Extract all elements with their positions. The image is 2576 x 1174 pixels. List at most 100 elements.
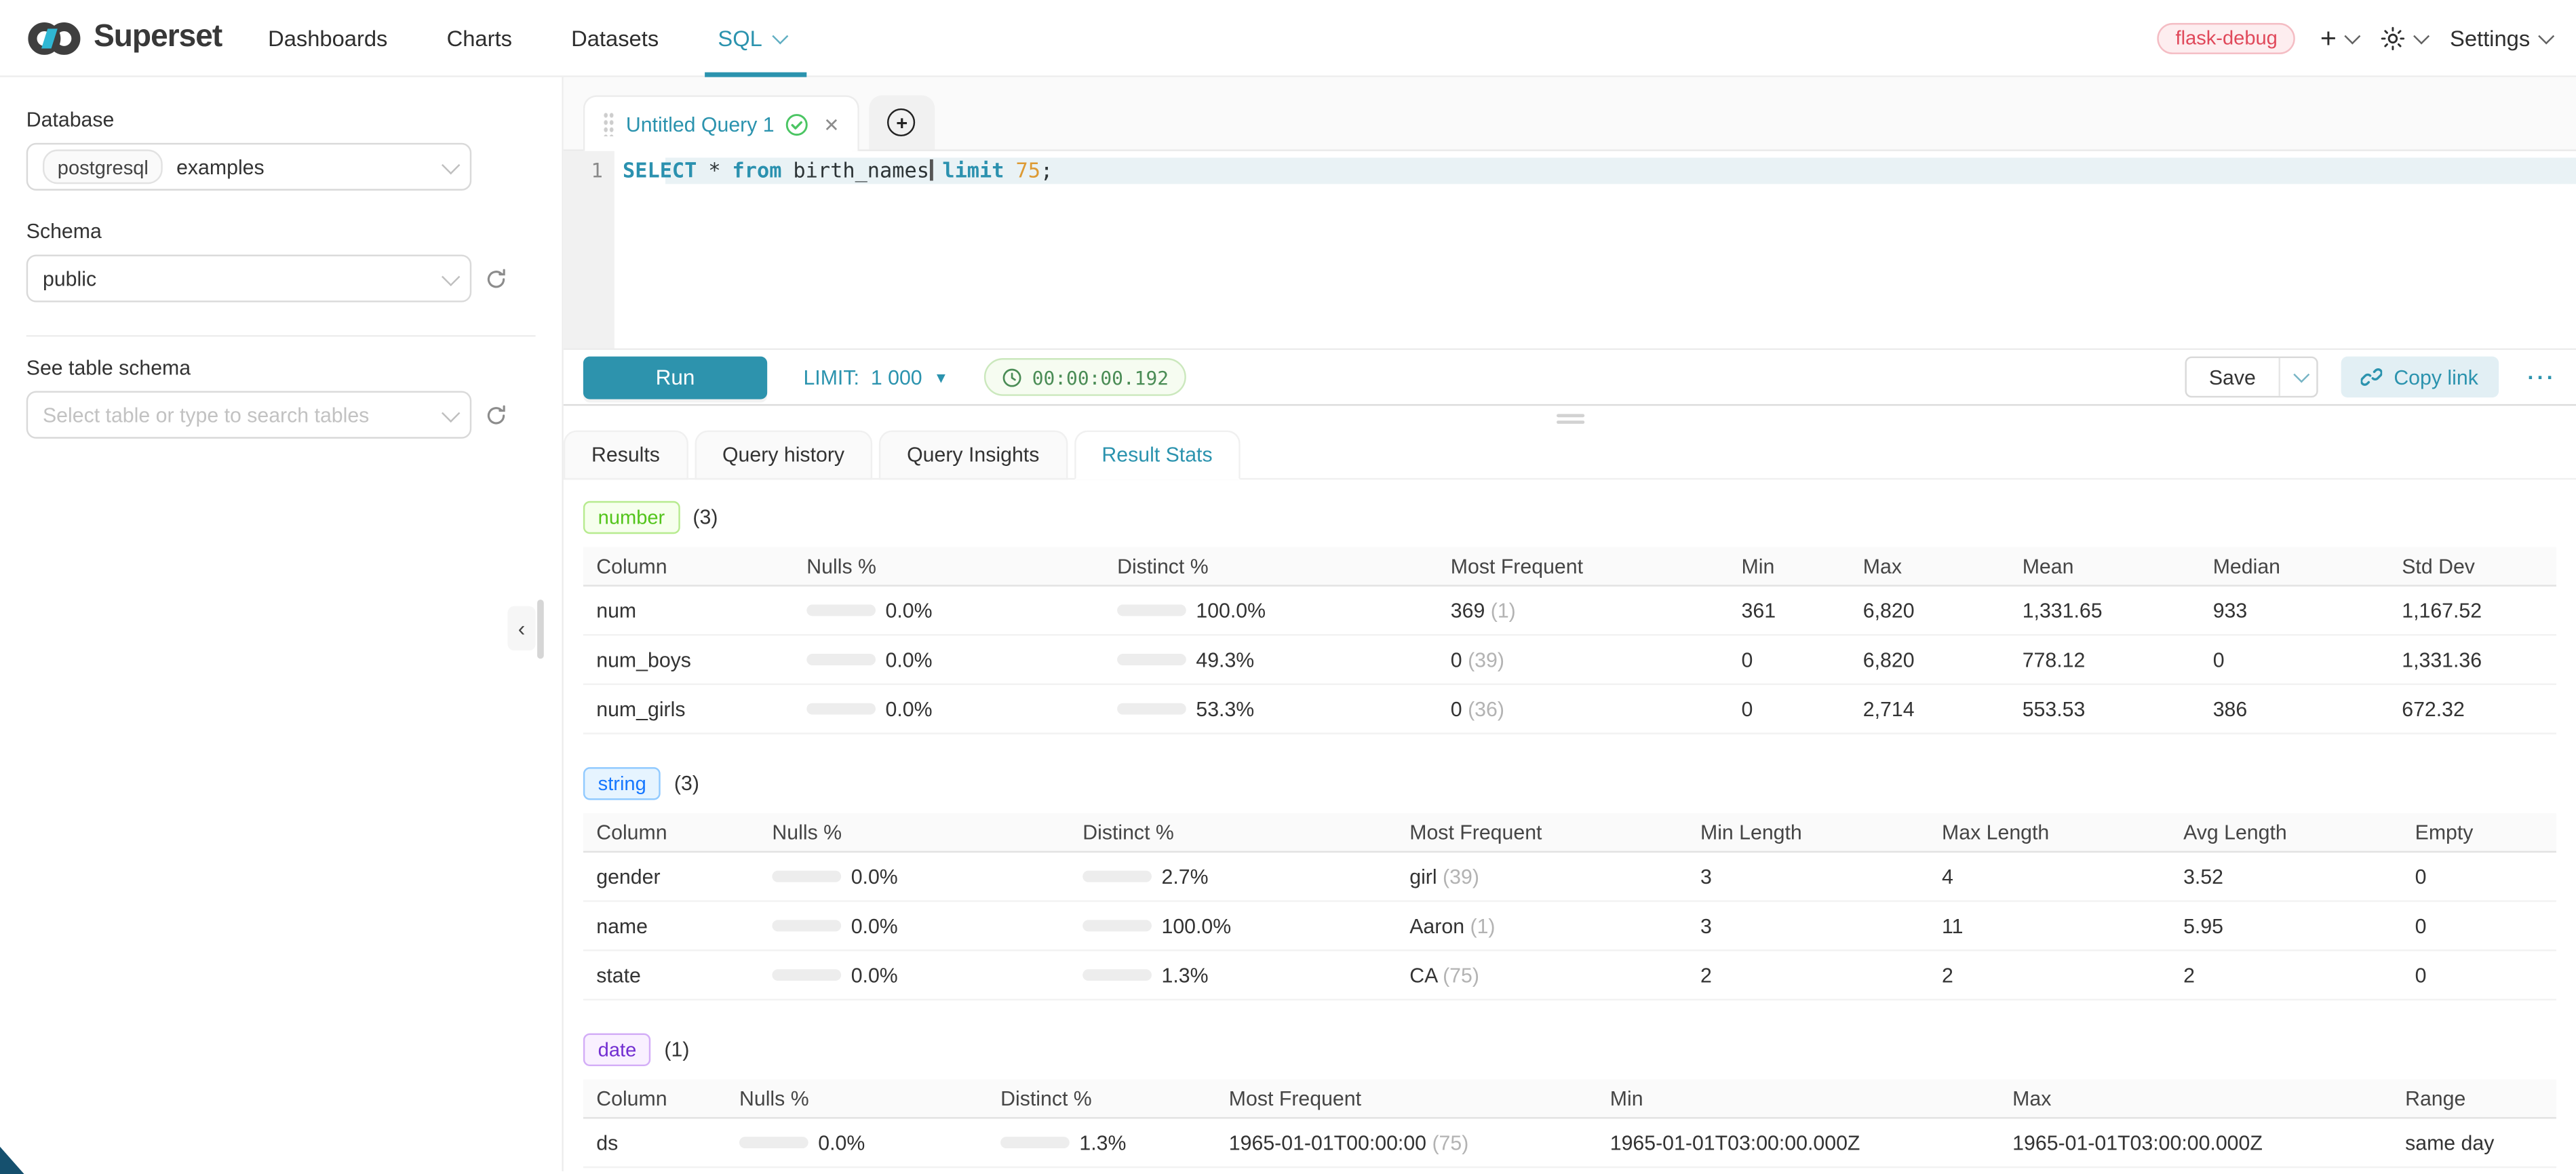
table-select[interactable]: Select table or type to search tables: [26, 391, 471, 438]
superset-logo[interactable]: Superset: [26, 19, 222, 57]
tab-query-insights[interactable]: Query Insights: [879, 431, 1068, 480]
schema-label: Schema: [26, 220, 536, 243]
save-options-button[interactable]: [2279, 358, 2317, 396]
sql-semicolon: ;: [1040, 158, 1053, 182]
text-cursor: [930, 159, 933, 180]
nav-item-sql[interactable]: SQL: [718, 0, 783, 77]
more-actions-button[interactable]: ···: [2528, 365, 2556, 389]
type-count: (3): [692, 506, 718, 529]
database-engine-tag: postgresql: [43, 149, 163, 184]
caret-down-icon: ▼: [934, 369, 949, 385]
chevron-down-icon: [772, 27, 788, 43]
check-circle-icon: [786, 113, 809, 136]
editor-gutter: 1: [564, 151, 614, 349]
new-item-button[interactable]: +: [2320, 24, 2356, 52]
limit-dropdown[interactable]: LIMIT: 1 000 ▼: [803, 366, 948, 389]
add-tab-icon: +: [888, 109, 916, 136]
plus-icon: +: [2320, 24, 2337, 52]
workspace: Database postgresql examples Schema publ…: [0, 77, 2576, 1171]
link-icon: [2361, 366, 2382, 387]
schema-select[interactable]: public: [26, 254, 471, 302]
type-count: (1): [664, 1038, 689, 1061]
pane-resize-handle[interactable]: [1556, 413, 1584, 428]
table-row: state 0.0% 1.3% CA (75) 22 20: [583, 951, 2556, 1000]
navbar-right: flask-debug + Settings: [2158, 22, 2550, 54]
type-badge-number: number: [583, 501, 680, 534]
nav-item-dashboards[interactable]: Dashboards: [268, 0, 387, 77]
limit-value: 1 000: [871, 366, 922, 389]
sql-lab-sidebar: Database postgresql examples Schema publ…: [0, 77, 564, 1171]
superset-sql-lab: Superset Dashboards Charts Datasets SQL …: [0, 0, 2576, 1172]
chevron-down-icon: [2414, 27, 2430, 43]
date-stats-section: date (1) ColumnNulls % Distinct %Most Fr…: [583, 1034, 2556, 1169]
string-stats-section: string (3) ColumnNulls % Distinct %Most …: [583, 767, 2556, 1000]
table-select-placeholder: Select table or type to search tables: [43, 404, 369, 427]
database-label: Database: [26, 109, 536, 132]
table-header-row: ColumnNulls % Distinct %Most Frequent Mi…: [583, 547, 2556, 587]
number-stats-section: number (3) ColumnNulls % Distinct %Most …: [583, 501, 2556, 735]
refresh-schema-icon[interactable]: [485, 267, 508, 290]
elapsed-time-value: 00:00:00.192: [1032, 366, 1169, 389]
table-row: ds 0.0% 1.3% 1965-01-01T00:00:00 (75) 19…: [583, 1119, 2556, 1169]
result-stats-panel: number (3) ColumnNulls % Distinct %Most …: [564, 480, 2576, 1171]
sql-star: *: [708, 158, 720, 182]
collapse-sidebar-button[interactable]: ‹: [507, 606, 535, 650]
results-drag-zone: [564, 406, 2576, 430]
tab-results[interactable]: Results: [564, 431, 688, 480]
query-elapsed-timer: 00:00:00.192: [984, 358, 1186, 396]
sun-icon: [2381, 26, 2405, 50]
schema-value: public: [43, 267, 96, 290]
tab-result-stats[interactable]: Result Stats: [1074, 431, 1241, 480]
type-badge-date: date: [583, 1034, 651, 1066]
chevron-down-icon: [2345, 27, 2361, 43]
table-row: num_girls 0.0% 53.3% 0 (36) 02,714 553.5…: [583, 685, 2556, 735]
mouse-cursor: [0, 1146, 24, 1173]
top-navbar: Superset Dashboards Charts Datasets SQL …: [0, 0, 2576, 77]
copy-link-label: Copy link: [2394, 366, 2478, 389]
sql-number-literal: 75: [1015, 158, 1040, 182]
save-split-button: Save: [2184, 357, 2318, 398]
sidebar-divider: [26, 335, 536, 336]
clock-icon: [1002, 367, 1022, 387]
brand-name: Superset: [94, 20, 222, 56]
type-badge-string: string: [583, 767, 661, 800]
sidebar-resize-handle[interactable]: [537, 600, 543, 659]
editor-code-area[interactable]: SELECT*frombirth_nameslimit75;: [614, 151, 2576, 349]
sql-table-name: birth_names: [793, 158, 929, 182]
chevron-down-icon: [442, 155, 460, 174]
refresh-tables-icon[interactable]: [485, 404, 508, 427]
database-select[interactable]: postgresql examples: [26, 143, 471, 191]
theme-toggle-button[interactable]: [2381, 26, 2425, 50]
results-tabbar: Results Query history Query Insights Res…: [564, 431, 2576, 480]
tab-query-history[interactable]: Query history: [695, 431, 872, 480]
table-row: gender 0.0% 2.7% girl (39) 34 3.520: [583, 853, 2556, 902]
nav-item-charts[interactable]: Charts: [447, 0, 512, 77]
chevron-down-icon: [442, 267, 460, 285]
sql-keyword: SELECT: [623, 158, 697, 182]
chevron-down-icon: [442, 403, 460, 421]
string-stats-table: ColumnNulls % Distinct %Most Frequent Mi…: [583, 813, 2556, 1000]
chevron-down-icon: [2292, 366, 2309, 383]
nav-item-datasets[interactable]: Datasets: [571, 0, 659, 77]
type-count: (3): [674, 772, 699, 795]
settings-menu[interactable]: Settings: [2450, 26, 2550, 50]
date-stats-table: ColumnNulls % Distinct %Most Frequent Mi…: [583, 1079, 2556, 1168]
limit-label: LIMIT:: [803, 366, 859, 389]
save-button[interactable]: Save: [2186, 358, 2279, 396]
close-tab-icon[interactable]: ✕: [820, 113, 839, 136]
add-query-tab-button[interactable]: +: [869, 95, 935, 149]
table-row: name 0.0% 100.0% Aaron (1) 311 5.950: [583, 902, 2556, 952]
drag-handle-icon[interactable]: [603, 112, 614, 136]
chevron-down-icon: [2538, 27, 2554, 43]
sql-code-editor[interactable]: 1 SELECT*frombirth_nameslimit75;: [564, 151, 2576, 349]
query-tab-untitled-query-1[interactable]: Untitled Query 1 ✕: [583, 95, 859, 151]
run-query-button[interactable]: Run: [583, 355, 767, 398]
copy-link-button[interactable]: Copy link: [2341, 357, 2498, 398]
sql-keyword: from: [733, 158, 782, 182]
environment-tag: flask-debug: [2158, 22, 2296, 54]
toolbar-right: Save Copy link ···: [2184, 357, 2556, 398]
table-header-row: ColumnNulls % Distinct %Most Frequent Mi…: [583, 813, 2556, 853]
sql-statement: SELECT*frombirth_nameslimit75;: [614, 158, 2576, 184]
query-tabstrip: Untitled Query 1 ✕ +: [564, 77, 2576, 151]
table-row: num_boys 0.0% 49.3% 0 (39) 06,820 778.12…: [583, 635, 2556, 685]
